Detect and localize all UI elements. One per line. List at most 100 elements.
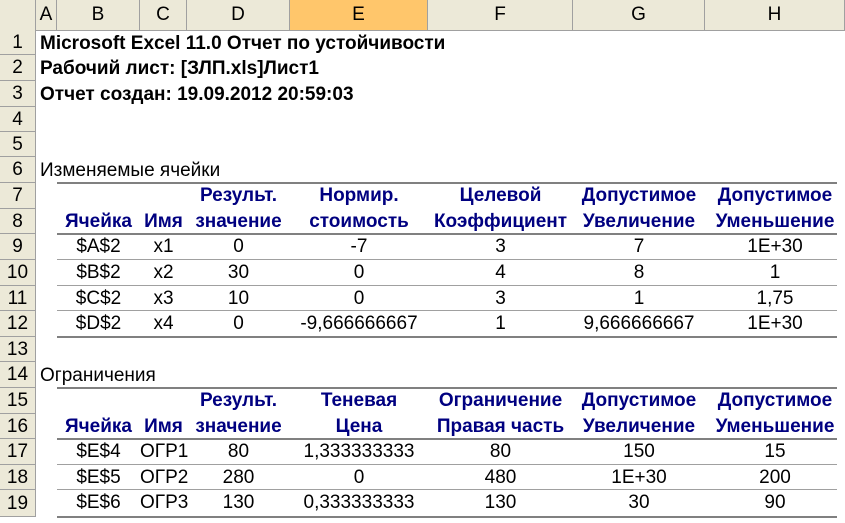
changing-cells-cell[interactable]: 1E+30 [705,236,845,258]
row-header-13[interactable]: 13 [0,337,36,362]
row-header-14[interactable]: 14 [0,362,36,388]
changing-cells-cell[interactable]: 9,666666667 [573,313,705,335]
changing-cells-header-bottom[interactable]: значение [187,211,290,233]
select-all-corner[interactable] [0,0,36,30]
changing-cells-cell[interactable]: -7 [290,236,428,258]
column-header-h[interactable]: H [705,0,845,30]
constraints-cell[interactable]: 15 [705,441,845,463]
changing-cells-cell[interactable]: 10 [187,288,290,310]
constraints-cell[interactable]: 90 [705,492,845,514]
constraints-cell[interactable]: 130 [428,492,573,514]
constraints-cell[interactable]: 80 [428,441,573,463]
changing-cells-header-top[interactable]: Целевой [428,185,573,207]
changing-cells-cell[interactable]: 1,75 [705,288,845,310]
row-header-3[interactable]: 3 [0,81,36,107]
constraints-header-top[interactable]: Допустимое [705,390,845,412]
row-header-11[interactable]: 11 [0,286,36,311]
changing-cells-cell[interactable]: $D$2 [57,313,140,335]
changing-cells-cell[interactable]: 0 [290,288,428,310]
changing-cells-cell[interactable]: x3 [140,288,187,310]
constraints-title[interactable]: Ограничения [40,365,156,387]
row-header-1[interactable]: 1 [0,30,36,55]
constraints-header-top[interactable]: Ограничение [428,390,573,412]
constraints-cell[interactable]: 1,333333333 [290,441,428,463]
row-header-16[interactable]: 16 [0,414,36,439]
changing-cells-cell[interactable]: 3 [428,288,573,310]
column-header-e[interactable]: E [290,0,428,30]
constraints-header-top[interactable]: Результ. [187,390,290,412]
report-created[interactable]: Отчет создан: 19.09.2012 20:59:03 [40,84,354,106]
column-header-a[interactable]: A [36,0,57,30]
changing-cells-header-bottom[interactable]: Ячейка [57,211,140,233]
changing-cells-header-bottom[interactable]: Коэффициент [428,211,573,233]
changing-cells-header-bottom[interactable]: стоимость [290,211,428,233]
row-header-4[interactable]: 4 [0,107,36,132]
column-header-c[interactable]: C [140,0,187,30]
changing-cells-cell[interactable]: 0 [290,262,428,284]
changing-cells-cell[interactable]: 1 [573,288,705,310]
changing-cells-cell[interactable]: 1 [428,313,573,335]
constraints-header-top[interactable]: Допустимое [573,390,705,412]
row-header-2[interactable]: 2 [0,55,36,81]
row-header-6[interactable]: 6 [0,157,36,183]
column-header-d[interactable]: D [187,0,290,30]
constraints-cell[interactable]: 150 [573,441,705,463]
changing-cells-cell[interactable]: 1E+30 [705,313,845,335]
row-header-17[interactable]: 17 [0,439,36,465]
constraints-cell[interactable]: 480 [428,467,573,489]
constraints-header-bottom[interactable]: Цена [290,416,428,438]
changing-cells-cell[interactable]: 0 [187,236,290,258]
constraints-cell[interactable]: $E$4 [57,441,140,463]
constraints-header-bottom[interactable]: Увеличение [573,416,705,438]
changing-cells-cell[interactable]: 30 [187,262,290,284]
constraints-cell[interactable]: 280 [187,467,290,489]
changing-cells-cell[interactable]: x1 [140,236,187,258]
constraints-cell[interactable]: ОГР3 [140,492,188,514]
constraints-cell[interactable]: 0,333333333 [290,492,428,514]
column-header-g[interactable]: G [573,0,705,30]
changing-cells-cell[interactable]: x4 [140,313,187,335]
constraints-header-top[interactable]: Теневая [290,390,428,412]
column-header-f[interactable]: F [428,0,573,30]
constraints-cell[interactable]: 130 [187,492,290,514]
row-header-19[interactable]: 19 [0,490,36,517]
row-header-9[interactable]: 9 [0,234,36,260]
constraints-cell[interactable]: 1E+30 [573,467,705,489]
report-sheet[interactable]: Рабочий лист: [ЗЛП.xls]Лист1 [40,58,319,80]
constraints-cell[interactable]: 200 [705,467,845,489]
constraints-header-bottom[interactable]: значение [187,416,290,438]
changing-cells-cell[interactable]: 8 [573,262,705,284]
changing-cells-cell[interactable]: 3 [428,236,573,258]
changing-cells-cell[interactable]: 4 [428,262,573,284]
changing-cells-cell[interactable]: 1 [705,262,845,284]
changing-cells-cell[interactable]: $A$2 [57,236,140,258]
constraints-cell[interactable]: $E$5 [57,467,140,489]
row-header-5[interactable]: 5 [0,132,36,157]
constraints-cell[interactable]: 0 [290,467,428,489]
changing-cells-header-top[interactable]: Допустимое [573,185,705,207]
report-title[interactable]: Microsoft Excel 11.0 Отчет по устойчивос… [40,33,445,55]
changing-cells-header-top[interactable]: Результ. [187,185,290,207]
changing-cells-cell[interactable]: $B$2 [57,262,140,284]
constraints-cell[interactable]: 30 [573,492,705,514]
constraints-cell[interactable]: ОГР1 [140,441,188,463]
changing-cells-cell[interactable]: -9,666666667 [290,313,428,335]
row-header-12[interactable]: 12 [0,311,36,337]
constraints-cell[interactable]: $E$6 [57,492,140,514]
constraints-header-bottom[interactable]: Имя [140,416,187,438]
changing-cells-header-top[interactable]: Нормир. [290,185,428,207]
constraints-header-bottom[interactable]: Уменьшение [705,416,845,438]
changing-cells-header-bottom[interactable]: Имя [140,211,187,233]
constraints-cell[interactable]: ОГР2 [140,467,188,489]
row-header-15[interactable]: 15 [0,388,36,414]
row-header-8[interactable]: 8 [0,209,36,234]
changing-cells-header-bottom[interactable]: Уменьшение [705,211,845,233]
changing-cells-cell[interactable]: 7 [573,236,705,258]
changing-cells-cell[interactable]: x2 [140,262,187,284]
constraints-header-bottom[interactable]: Ячейка [57,416,140,438]
constraints-header-bottom[interactable]: Правая часть [428,416,573,438]
constraints-cell[interactable]: 80 [187,441,290,463]
changing-cells-title[interactable]: Изменяемые ячейки [40,160,220,182]
changing-cells-header-top[interactable]: Допустимое [705,185,845,207]
changing-cells-header-bottom[interactable]: Увеличение [573,211,705,233]
